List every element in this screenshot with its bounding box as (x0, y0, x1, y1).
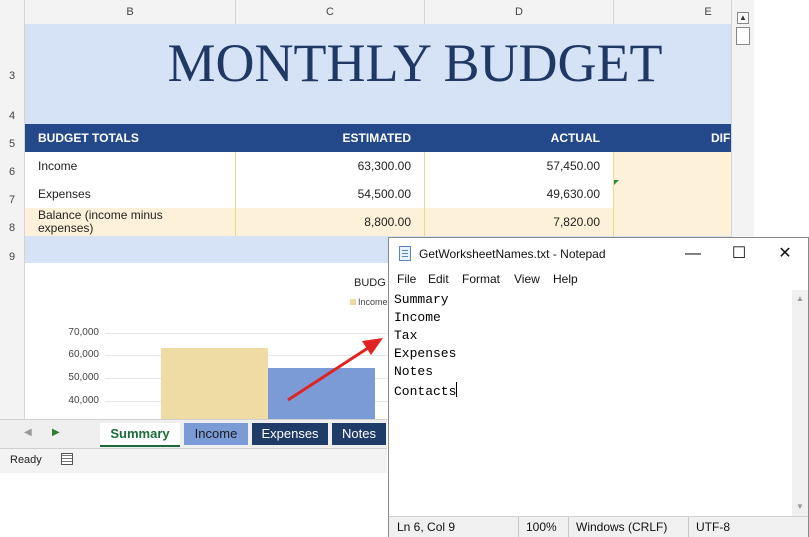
arrow-head-icon (362, 338, 383, 355)
annotation-arrow (287, 338, 383, 402)
arrow-shaft (287, 346, 369, 402)
